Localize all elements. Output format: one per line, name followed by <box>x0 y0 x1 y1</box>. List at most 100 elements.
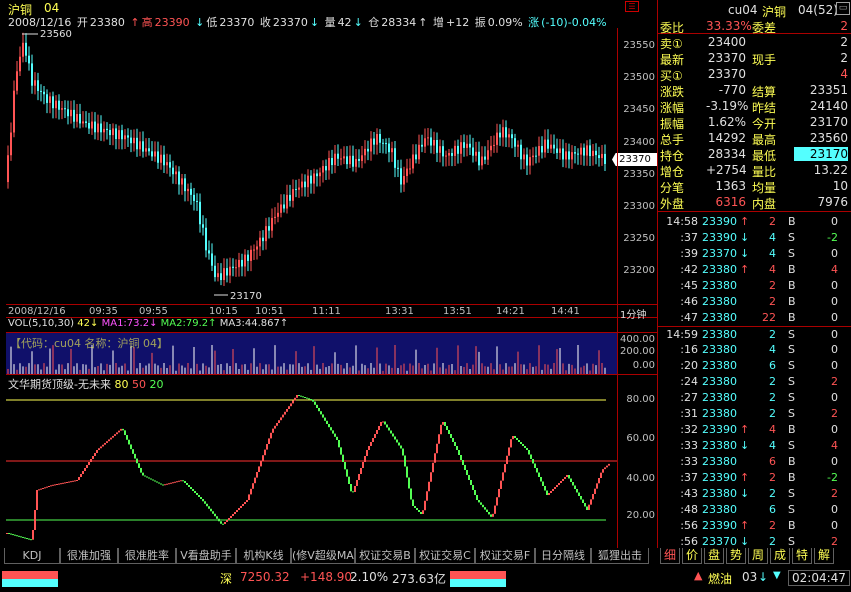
indicator-tab-8[interactable]: 权证交易C <box>415 548 475 564</box>
oscillator-segment <box>492 513 494 517</box>
oscillator-segment <box>206 503 208 507</box>
candle-body <box>388 143 390 153</box>
tick-volume: 6 <box>769 359 776 372</box>
tick-time: :47 <box>680 311 698 324</box>
tick-oi-change: 0 <box>831 423 838 436</box>
oscillator-segment <box>514 436 516 438</box>
tick-side: S <box>788 391 795 404</box>
right-tab-2[interactable]: 价 <box>682 548 702 564</box>
dropdown-icon[interactable]: ▼ <box>773 570 781 581</box>
right-tab-6[interactable]: 成 <box>770 548 790 564</box>
quote-value-2: 13.22 <box>813 163 848 177</box>
indicator-tab-9[interactable]: 权证交易F <box>475 548 535 564</box>
status-ticker[interactable]: 燃油 <box>708 570 732 587</box>
chart-menu-button[interactable]: ☰ <box>625 1 639 12</box>
oscillator-segment <box>224 522 226 524</box>
oscillator-segment <box>548 493 550 495</box>
indicator-tab-6[interactable]: (修V超级MACD <box>291 548 355 564</box>
oscillator-chart[interactable] <box>6 390 617 546</box>
right-tab-7[interactable]: 特 <box>792 548 812 564</box>
tick-oi-change: 4 <box>831 439 838 452</box>
indicator-tab-4[interactable]: V看盘助手 <box>176 548 236 564</box>
right-tab-3[interactable]: 盘 <box>704 548 724 564</box>
candle-body <box>601 153 603 159</box>
quote-value-2: 24140 <box>809 99 848 113</box>
tick-side: B <box>788 455 796 468</box>
candle-body <box>274 216 276 218</box>
oscillator-segment <box>438 434 440 444</box>
time-axis-tick: 13:31 <box>385 306 414 317</box>
tick-volume: 2 <box>769 295 776 308</box>
oscillator-segment <box>150 478 152 480</box>
volume-chart[interactable]: 【代码：cu04 名称：沪铜 04】 <box>6 332 617 374</box>
candle-body <box>196 200 198 202</box>
oscillator-segment <box>44 487 46 489</box>
oscillator-segment <box>40 488 42 490</box>
oscillator-segment <box>518 440 520 442</box>
candle-body <box>436 140 438 153</box>
candle-body <box>262 237 264 242</box>
candle-body <box>547 139 549 149</box>
oscillator-segment <box>342 454 344 462</box>
oscillator-segment <box>582 499 584 503</box>
time-axis-tick: 09:55 <box>139 306 168 317</box>
oscillator-segment <box>362 462 364 468</box>
indicator-tab-10[interactable]: 日分隔线 <box>535 548 591 564</box>
candle-body <box>538 146 540 156</box>
candle-body <box>502 127 504 138</box>
indicator-tab-11[interactable]: 狐狸出击 <box>591 548 649 564</box>
panel-toggle-button[interactable]: ▭ <box>836 2 850 15</box>
oscillator-segment <box>558 483 560 485</box>
right-tab-4[interactable]: 势 <box>726 548 746 564</box>
candle-body <box>250 249 252 261</box>
candle-body <box>583 147 585 156</box>
oscillator-segment <box>356 480 358 486</box>
quote-value-2: 7976 <box>817 195 848 209</box>
tick-volume: 2 <box>769 471 776 484</box>
tick-time: :56 <box>680 535 698 548</box>
indicator-tab-1[interactable]: KDJ <box>4 548 60 564</box>
candle-body <box>568 151 570 160</box>
tick-volume: 2 <box>769 279 776 292</box>
period-label[interactable]: 1分钟 <box>620 306 646 321</box>
indicator-tab-7[interactable]: 权证交易B <box>355 548 415 564</box>
oscillator-segment <box>200 497 202 499</box>
indicator-tab-5[interactable]: 机构K线 <box>236 548 291 564</box>
tick-time: :42 <box>680 263 698 276</box>
candle-body <box>256 246 258 250</box>
tick-oi-change: 2 <box>831 535 838 548</box>
down-arrow-icon: ↓ <box>740 439 750 452</box>
quote-value: +2754 <box>706 163 747 177</box>
oscillator-segment <box>318 408 320 412</box>
right-tab-5[interactable]: 周 <box>748 548 768 564</box>
tick-oi-change: 2 <box>831 407 838 420</box>
candle-body <box>571 152 573 160</box>
candle-body <box>391 148 393 153</box>
candle-body <box>484 156 486 160</box>
candle-body <box>25 42 27 56</box>
right-tab-1[interactable]: 细 <box>660 548 680 564</box>
oscillator-segment <box>208 506 210 509</box>
oscillator-segment <box>198 495 200 497</box>
oscillator-segment <box>96 450 98 453</box>
candle-body <box>160 154 162 163</box>
oscillator-segment <box>476 495 478 500</box>
candlestick-chart[interactable]: 23560 23170 <box>6 28 617 304</box>
oscillator-segment <box>352 491 354 493</box>
tick-row: :37 23390 ↓ 4 S -2 <box>658 230 851 246</box>
oscillator-segment <box>568 475 570 479</box>
candle-body <box>358 158 360 161</box>
oscillator-segment <box>372 438 374 442</box>
oscillator-segment <box>34 510 36 530</box>
candle-body <box>184 178 186 192</box>
tick-price: 23380 <box>702 455 737 468</box>
indicator-tab-3[interactable]: 很准胜率 <box>118 548 176 564</box>
panel-sub: 04(52) <box>798 3 838 17</box>
quote-row: 最新 23370 现手 2 <box>658 50 851 67</box>
indicator-tab-2[interactable]: 很准加强 <box>60 548 118 564</box>
candle-body <box>136 137 138 150</box>
oscillator-segment <box>48 486 50 487</box>
right-tab-8[interactable]: 解 <box>814 548 834 564</box>
tick-side: S <box>788 503 795 516</box>
oscillator-segment <box>244 502 246 504</box>
